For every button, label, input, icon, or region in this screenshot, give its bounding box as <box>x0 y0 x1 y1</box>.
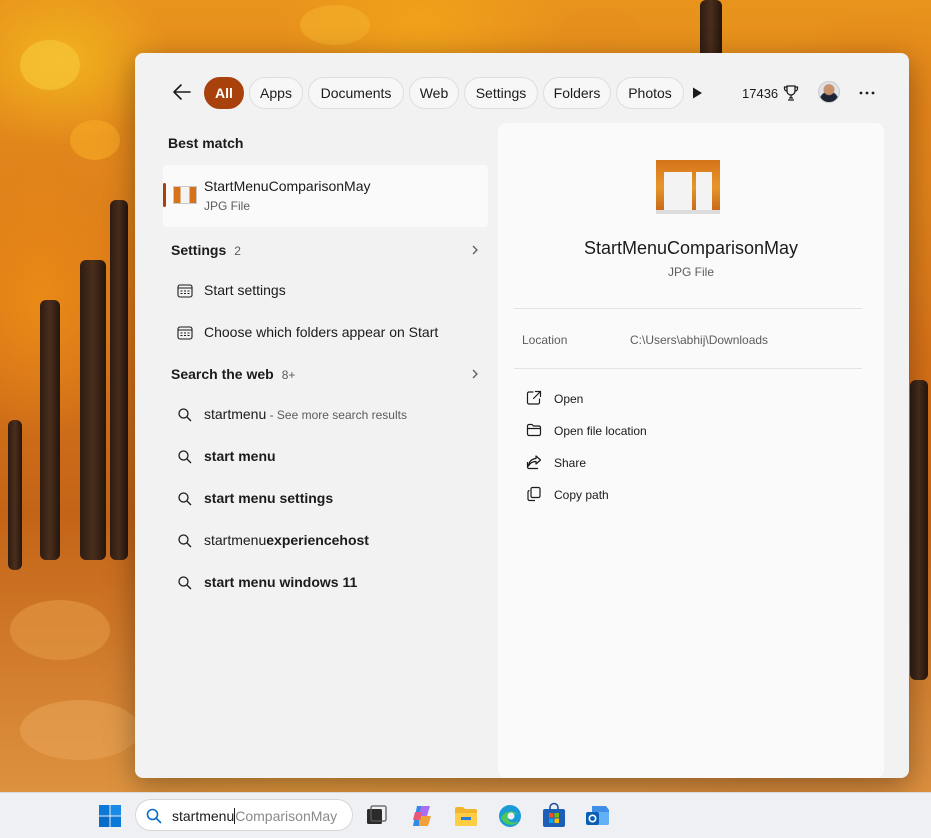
edge-icon[interactable] <box>496 802 524 830</box>
action-label: Open file location <box>554 424 647 438</box>
web-section-heading[interactable]: Search the web 8+ <box>171 366 295 382</box>
result-label: Choose which folders appear on Start <box>204 324 439 340</box>
file-explorer-icon[interactable] <box>452 802 480 830</box>
preview-thumbnail <box>656 160 720 214</box>
web-result-label: startmenu - See more search results <box>204 406 407 422</box>
more-options-icon[interactable] <box>857 83 877 103</box>
task-view-icon[interactable] <box>362 802 390 830</box>
selection-indicator <box>163 183 166 207</box>
divider <box>514 308 862 309</box>
web-query: start menu settings <box>204 490 334 506</box>
more-filters-play-icon[interactable] <box>690 86 704 100</box>
divider <box>514 368 862 369</box>
action-label: Open <box>554 392 584 406</box>
preview-pane: StartMenuComparisonMay JPG File Location… <box>498 123 884 778</box>
rewards-points: 17436 <box>742 86 779 101</box>
location-value: C:\Users\abhij\Downloads <box>630 333 769 347</box>
action-copy-path[interactable]: Copy path <box>522 482 862 506</box>
search-typed-text: startmenu <box>172 808 235 824</box>
copilot-icon[interactable] <box>408 802 436 830</box>
search-autocomplete-text: ComparisonMay <box>235 808 338 824</box>
web-result-start-menu[interactable]: start menu <box>163 437 488 475</box>
share-icon <box>526 455 542 470</box>
search-icon <box>178 408 192 422</box>
settings-section-count: 2 <box>234 244 241 258</box>
settings-result-choose-folders[interactable]: Choose which folders appear on Start <box>163 313 488 351</box>
filter-settings[interactable]: Settings <box>464 77 538 109</box>
web-result-experiencehost[interactable]: startmenuexperiencehost <box>163 521 488 559</box>
windows-start-icon[interactable] <box>96 802 124 830</box>
back-arrow-icon[interactable] <box>171 81 193 103</box>
web-result-label: start menu <box>204 448 276 464</box>
outlook-icon[interactable] <box>584 802 612 830</box>
search-icon <box>178 492 192 506</box>
settings-section-label: Settings <box>171 242 227 258</box>
web-query: start menu windows 11 <box>204 574 358 590</box>
web-result-start-menu-windows-11[interactable]: start menu windows 11 <box>163 563 488 601</box>
web-query: startmenu <box>204 406 267 422</box>
web-result-label: start menu settings <box>204 490 333 506</box>
filter-photos[interactable]: Photos <box>616 77 684 109</box>
result-label: Start settings <box>204 282 286 298</box>
preview-subtitle: JPG File <box>667 265 714 279</box>
settings-result-start-settings[interactable]: Start settings <box>163 271 488 309</box>
web-result-label: start menu windows 11 <box>204 574 357 590</box>
filter-folders[interactable]: Folders <box>543 77 611 109</box>
settings-section-heading[interactable]: Settings 2 <box>171 242 241 258</box>
search-query-text: startmenuComparisonMay <box>172 808 337 824</box>
user-avatar[interactable] <box>818 81 840 103</box>
chevron-right-icon[interactable] <box>470 369 480 379</box>
action-share[interactable]: Share <box>522 450 862 474</box>
settings-window-icon <box>177 326 193 340</box>
web-result-label: startmenuexperiencehost <box>204 532 369 548</box>
best-match-title: StartMenuComparisonMay <box>204 178 371 194</box>
best-match-subtitle: JPG File <box>204 199 251 213</box>
open-external-icon <box>526 390 542 405</box>
taskbar-search-box[interactable]: startmenuComparisonMay <box>135 799 353 831</box>
web-query-prefix: startmenu <box>204 532 267 548</box>
location-label: Location <box>522 333 568 347</box>
preview-title: StartMenuComparisonMay <box>583 238 799 258</box>
action-open-file-location[interactable]: Open file location <box>522 418 862 442</box>
trophy-icon[interactable] <box>783 84 799 102</box>
filter-web[interactable]: Web <box>409 77 459 109</box>
web-query-suffix: experiencehost <box>266 532 369 548</box>
web-query: start menu <box>204 448 276 464</box>
search-icon <box>146 808 162 824</box>
web-result-startmenu[interactable]: startmenu - See more search results <box>163 395 488 433</box>
action-label: Copy path <box>554 488 609 502</box>
action-open[interactable]: Open <box>522 386 862 410</box>
filter-all[interactable]: All <box>204 77 244 109</box>
store-icon[interactable] <box>540 802 568 830</box>
copy-icon <box>527 486 541 502</box>
settings-window-icon <box>177 284 193 298</box>
best-match-heading: Best match <box>168 135 244 151</box>
start-search-panel: All Apps Documents Web Settings Folders … <box>135 53 909 778</box>
filter-apps[interactable]: Apps <box>249 77 303 109</box>
web-result-start-menu-settings[interactable]: start menu settings <box>163 479 488 517</box>
image-thumbnail-icon <box>173 186 197 204</box>
filter-documents[interactable]: Documents <box>308 77 404 109</box>
web-section-label: Search the web <box>171 366 274 382</box>
search-icon <box>178 450 192 464</box>
web-hint: - See more search results <box>266 408 407 422</box>
filter-bar: All Apps Documents Web Settings Folders … <box>135 53 909 133</box>
search-icon <box>178 576 192 590</box>
best-match-item[interactable]: StartMenuComparisonMay JPG File <box>163 165 488 227</box>
action-label: Share <box>554 456 587 470</box>
search-icon <box>178 534 192 548</box>
folder-icon <box>526 423 542 437</box>
web-section-count: 8+ <box>281 368 296 382</box>
chevron-right-icon[interactable] <box>470 245 480 255</box>
